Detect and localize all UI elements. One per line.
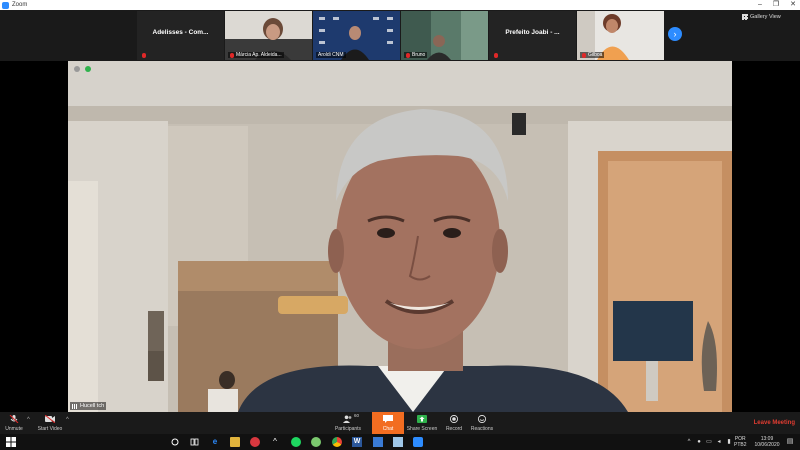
mic-muted-icon <box>230 52 234 58</box>
audio-options-caret[interactable]: ^ <box>27 417 30 423</box>
participants-label: Participants <box>334 426 362 432</box>
participant-tile[interactable]: Gilboa <box>577 11 664 60</box>
chat-bubble-icon <box>383 415 393 423</box>
app-icon[interactable] <box>373 437 383 447</box>
info-icon[interactable] <box>74 66 80 72</box>
keyboard-layout: PTB2 <box>734 442 747 448</box>
reactions-smiley-icon <box>477 415 487 423</box>
grid-icon <box>742 14 748 20</box>
battery-tray-icon[interactable]: ▮ <box>724 437 734 447</box>
video-options-caret[interactable]: ^ <box>66 417 69 423</box>
word-icon[interactable]: W <box>352 437 362 447</box>
notifications-icon[interactable]: ▤ <box>785 437 795 447</box>
meeting-toolbar: Unmute ^ Start Video ^ Participants 60 C… <box>0 412 800 434</box>
participant-label: Gilboa <box>588 52 603 58</box>
unmute-button[interactable]: Unmute <box>3 412 25 434</box>
share-screen-icon <box>417 415 427 423</box>
mic-muted-icon <box>406 52 410 58</box>
participant-label: Márcia Ap. Aldeida... <box>236 52 282 58</box>
speaker-video-frame <box>68 61 732 412</box>
record-button[interactable]: Record <box>441 412 467 434</box>
gallery-view-label: Gallery View <box>750 14 781 20</box>
window-controls: – ❐ ✕ <box>758 0 796 10</box>
app-icon[interactable] <box>311 437 321 447</box>
gallery-view-button[interactable]: Gallery View <box>742 14 781 20</box>
mic-muted-icon <box>582 52 586 58</box>
record-icon <box>449 415 459 423</box>
maximize-button[interactable]: ❐ <box>773 0 779 10</box>
spotify-icon[interactable] <box>291 437 301 447</box>
minimize-button[interactable]: – <box>758 0 762 10</box>
participant-tile[interactable]: Prefeito Joabi - ... <box>489 11 576 60</box>
participant-name: Prefeito Joabi - ... <box>505 29 560 36</box>
mic-muted-icon <box>9 415 19 423</box>
chat-label: Chat <box>382 426 394 432</box>
signal-bars-icon <box>72 403 78 409</box>
participants-count: 60 <box>354 413 360 418</box>
participant-strip: Adelisses - Com... Márcia Ap. Aldeida...… <box>0 10 800 61</box>
reactions-button[interactable]: Reactions <box>469 412 495 434</box>
close-button[interactable]: ✕ <box>790 0 796 10</box>
participant-tile[interactable]: Bruno <box>401 11 488 60</box>
active-speaker-video: Hucell tch <box>68 61 732 412</box>
participant-name: Adelisses - Com... <box>152 29 209 36</box>
participants-icon <box>343 415 352 423</box>
share-screen-label: Share Screen <box>406 426 438 432</box>
speaker-name: Hucell tch <box>80 403 105 409</box>
zoom-taskbar-icon[interactable] <box>413 437 423 447</box>
speaker-name-label: Hucell tch <box>70 402 107 410</box>
volume-tray-icon[interactable]: ◂ <box>714 437 724 447</box>
os-taskbar: e ^ W ^ ● ▭ ◂ ▮ POR PTB2 13:09 10/06/202… <box>0 434 800 450</box>
search-icon[interactable] <box>170 437 180 447</box>
mic-muted-icon <box>494 53 498 58</box>
tray-chevron-icon[interactable]: ^ <box>684 437 694 447</box>
participant-tile[interactable]: Aroldi CNM <box>313 11 400 60</box>
leave-meeting-button[interactable]: Leave Meeting <box>754 420 795 426</box>
clock-date: 10/06/2020 <box>754 442 780 448</box>
chrome-icon[interactable] <box>332 437 342 447</box>
record-label: Record <box>445 426 463 432</box>
meeting-status-icons <box>74 66 91 72</box>
next-page-button[interactable]: › <box>668 27 682 41</box>
windows-start-icon[interactable] <box>6 437 16 447</box>
task-view-icon[interactable] <box>190 437 200 447</box>
input-language[interactable]: POR PTB2 <box>734 436 747 448</box>
up-arrow-icon[interactable]: ^ <box>270 437 280 447</box>
participant-tile[interactable]: Adelisses - Com... <box>137 11 224 60</box>
chat-button[interactable]: Chat <box>372 412 404 434</box>
window-titlebar: Zoom – ❐ ✕ <box>0 0 800 10</box>
clock[interactable]: 13:09 10/06/2020 <box>752 436 782 448</box>
network-tray-icon[interactable]: ▭ <box>704 437 714 447</box>
app-icon[interactable] <box>393 437 403 447</box>
mic-muted-icon <box>142 53 146 58</box>
participant-label: Bruno <box>412 52 426 58</box>
app-icon[interactable] <box>250 437 260 447</box>
reactions-label: Reactions <box>470 426 494 432</box>
window-title: Zoom <box>12 2 28 8</box>
zoom-logo-icon <box>2 1 9 9</box>
start-video-button[interactable]: Start Video <box>36 412 64 434</box>
participant-label: Aroldi CNM <box>318 52 344 58</box>
encryption-shield-icon[interactable] <box>85 66 91 72</box>
start-video-label: Start Video <box>37 426 63 432</box>
video-camera-off-icon <box>45 415 55 423</box>
edge-browser-icon[interactable]: e <box>210 437 220 447</box>
unmute-label: Unmute <box>5 426 23 432</box>
participant-tile[interactable]: Márcia Ap. Aldeida... <box>225 11 312 60</box>
share-screen-button[interactable]: Share Screen <box>406 412 438 434</box>
mic-tray-icon[interactable]: ● <box>694 437 704 447</box>
file-explorer-icon[interactable] <box>230 437 240 447</box>
